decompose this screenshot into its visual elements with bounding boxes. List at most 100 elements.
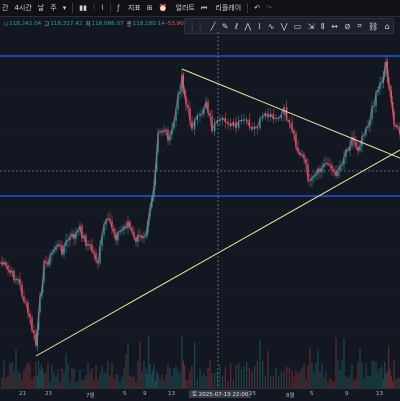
volume-bar [146, 373, 148, 388]
volume-bar [303, 363, 305, 388]
volume-bar [278, 376, 280, 388]
text-tool-icon[interactable]: Ⅱ [321, 22, 325, 31]
volume-bar [133, 376, 135, 388]
volume-bar [11, 362, 13, 388]
volume-bar [179, 373, 181, 388]
eraser-tool-icon[interactable]: ⊘ [344, 22, 351, 31]
volume-bar [205, 376, 207, 388]
bar-style-icon[interactable]: ▮▮ [79, 4, 87, 12]
volume-bar [173, 367, 175, 388]
volume-bar [359, 347, 361, 388]
volume-bar [33, 375, 35, 388]
cursor-tool-icon[interactable]: ⇲ [308, 22, 315, 31]
trendline-resistance[interactable] [181, 68, 400, 159]
volume-bar [251, 371, 253, 388]
redo-icon[interactable]: ↷ [266, 4, 272, 12]
volume-bar [191, 365, 193, 388]
volume-bar [97, 379, 99, 388]
volume-bar [203, 373, 205, 388]
volume-bar [39, 369, 41, 388]
zigzag-tool-icon[interactable]: ⋁ [281, 22, 288, 31]
alert-button[interactable]: ⏰ 얼러트 [159, 3, 195, 13]
volume-bar [109, 375, 111, 388]
volume-bar [36, 375, 38, 388]
volume-bar [393, 360, 395, 388]
volume-bar [184, 364, 186, 388]
volume-bar [382, 379, 384, 388]
time-axis[interactable]: 21 23 7월 5 9 13 토 2025-07-19 22:00 25 8월… [0, 388, 400, 401]
volume-bar [81, 380, 83, 388]
templates-icon[interactable]: ⊞ [147, 4, 153, 12]
link-tool-icon[interactable]: ⛓ [368, 22, 378, 31]
volume-bar [55, 376, 57, 388]
indicators-button[interactable]: ƒ 지표 [117, 3, 141, 13]
volume-bar [79, 370, 81, 388]
volume-bar [7, 375, 9, 388]
price-chart[interactable] [0, 32, 400, 388]
x-tick: 9 [143, 391, 147, 397]
volume-bar [386, 370, 388, 388]
volume-bar [43, 373, 45, 388]
crop-tool-icon[interactable]: ⌗ [357, 21, 362, 31]
interval-4h-button[interactable]: 4시간 [14, 3, 31, 13]
volume-bar [321, 363, 323, 388]
candle-style-icon[interactable]: ⫶ [93, 4, 95, 13]
volume-bar [385, 373, 387, 388]
volume-bar [230, 363, 232, 388]
volume-bar [156, 371, 158, 388]
volume-bar [275, 368, 277, 388]
path-tool-icon[interactable]: ⌇ [257, 22, 261, 31]
volume-bar [143, 360, 145, 388]
volume-bar [153, 363, 155, 388]
wave-tool-icon[interactable]: ∿ [268, 22, 275, 31]
volume-bar [25, 365, 27, 388]
volume-bar [105, 372, 107, 388]
volume-bar [148, 336, 150, 388]
volume-bar [335, 337, 337, 388]
volume-bar [397, 377, 399, 388]
line-style-icon[interactable]: ⌇ [101, 4, 104, 12]
close-value: 118,180.14 [132, 21, 165, 27]
trendline-tool-icon[interactable]: ╱ [211, 22, 216, 31]
volume-bar [145, 367, 147, 388]
volume-bar [51, 364, 53, 388]
volume-bar [45, 372, 47, 388]
volume-bar [161, 374, 163, 388]
pencil-tool-icon[interactable]: ✎ [222, 22, 229, 31]
low-value: 118,086.07 [91, 21, 124, 27]
rectangle-tool-icon[interactable]: ▭ [294, 22, 302, 31]
volume-bar [149, 363, 151, 388]
drag-handle-icon[interactable]: ⋮⋮ [188, 22, 204, 31]
range-tool-icon[interactable]: ↔ [331, 22, 338, 31]
chevron-down-icon[interactable]: ▾ [63, 4, 67, 12]
x-tick: 7월 [86, 393, 95, 399]
x-tick: 9 [345, 391, 349, 397]
volume-bar [65, 353, 67, 388]
pattern-tool-icon[interactable]: ⋀ [245, 22, 252, 31]
volume-bar [196, 379, 198, 388]
volume-bar [377, 370, 379, 388]
volume-bar [309, 347, 311, 388]
volume-bar [53, 371, 55, 388]
volume-bar [63, 372, 65, 388]
brush-tool-icon[interactable]: ℓ [235, 22, 238, 31]
volume-bar [351, 364, 353, 388]
volume-bar [272, 376, 274, 388]
volume-bar [15, 349, 17, 388]
volume-bar [139, 341, 141, 388]
replay-button[interactable]: ⏮ 리플레이 [201, 3, 241, 13]
volume-bar [301, 367, 303, 388]
volume-bar [349, 374, 351, 388]
tag-tool-icon[interactable]: ⌂ [385, 22, 390, 31]
undo-icon[interactable]: ↶ [254, 4, 260, 12]
interval-week-button[interactable]: 주 [50, 3, 56, 13]
volume-bar [159, 378, 161, 388]
interval-day-button[interactable]: 날 [38, 3, 44, 13]
volume-bar [381, 365, 383, 388]
volume-bar [1, 377, 3, 388]
volume-bar [339, 370, 341, 388]
volume-bar [154, 381, 156, 388]
volume-bar [214, 372, 216, 388]
volume-bar [240, 369, 242, 388]
x-tick: 13 [168, 391, 175, 397]
